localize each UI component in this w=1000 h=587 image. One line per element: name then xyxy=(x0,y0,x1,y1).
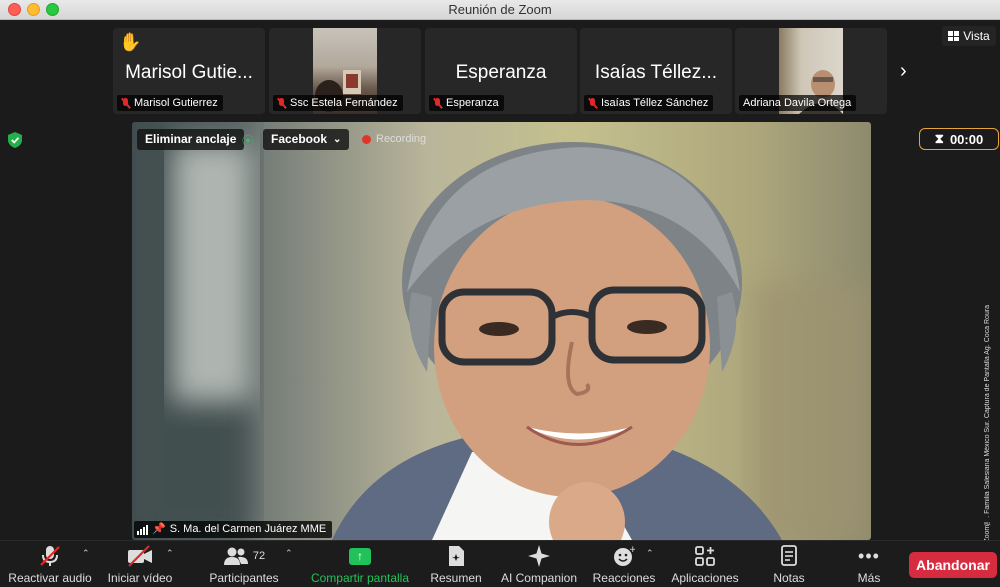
participants-button[interactable]: 72 Participantes xyxy=(204,540,284,587)
view-button-label: Vista xyxy=(963,29,990,43)
recording-label: Recording xyxy=(376,133,427,145)
ai-companion-button[interactable]: AI Companion xyxy=(498,540,580,587)
more-label: Más xyxy=(857,571,881,585)
connection-signal-icon xyxy=(137,524,148,535)
hourglass-icon: ⧗ xyxy=(934,131,944,146)
participant-tile-marisol[interactable]: ✋ Marisol Gutie... Marisol Gutierrez xyxy=(113,28,265,114)
start-video-label: Iniciar vídeo xyxy=(107,571,173,585)
speaker-name-tag: 📌 S. Ma. del Carmen Juárez MME xyxy=(134,521,333,538)
next-page-arrow-icon[interactable]: › xyxy=(900,60,907,83)
active-speaker-video[interactable]: Eliminar anclaje ⦿ Facebook ⌄ Recording … xyxy=(132,122,871,540)
apps-icon xyxy=(695,544,715,568)
notes-icon xyxy=(780,544,798,568)
video-options-chevron-icon[interactable]: ⌃ xyxy=(166,548,174,559)
stream-target-dropdown[interactable]: Facebook ⌄ xyxy=(263,129,350,150)
share-screen-button[interactable]: ↑ Compartir pantalla xyxy=(306,540,414,587)
participant-label: Marisol Gutierrez xyxy=(117,95,223,111)
participant-name: Ssc Estela Fernández xyxy=(290,97,398,109)
participant-count: 72 xyxy=(252,550,266,562)
svg-text:+: + xyxy=(629,545,635,555)
unmute-label: Reactivar audio xyxy=(8,571,92,585)
notes-label: Notas xyxy=(773,571,805,585)
security-shield-icon[interactable] xyxy=(8,132,22,148)
participant-tile-isaias[interactable]: Isaías Téllez... Isaías Téllez Sánchez xyxy=(580,28,732,114)
window-titlebar: Reunión de Zoom xyxy=(0,0,1000,20)
summary-button[interactable]: Resumen xyxy=(426,540,486,587)
raised-hand-icon: ✋ xyxy=(119,32,142,52)
more-button[interactable]: ••• Más xyxy=(848,540,890,587)
participant-label: Esperanza xyxy=(429,95,504,111)
reactions-label: Reacciones xyxy=(592,571,656,585)
camera-off-icon xyxy=(127,544,153,568)
emoji-icon: + xyxy=(613,544,635,568)
reactions-options-chevron-icon[interactable]: ⌃ xyxy=(646,548,654,559)
summary-label: Resumen xyxy=(430,571,482,585)
participants-icon: 72 xyxy=(223,544,265,568)
speaker-name: S. Ma. del Carmen Juárez MME xyxy=(169,523,327,535)
unmute-button[interactable]: Reactivar audio xyxy=(8,540,92,587)
apps-button[interactable]: Aplicaciones xyxy=(668,540,742,587)
share-screen-icon: ↑ xyxy=(349,544,371,568)
pin-icon: 📌 xyxy=(152,523,166,535)
participant-name: Adriana Davila Ortega xyxy=(743,97,852,109)
leave-meeting-button[interactable]: Abandonar xyxy=(909,552,997,578)
grid-view-icon xyxy=(948,31,960,41)
watermark-credit: Cortesía © Zoom™. Familia Salesiana Méxi… xyxy=(984,304,991,580)
participant-name: Esperanza xyxy=(446,97,499,109)
participants-options-chevron-icon[interactable]: ⌃ xyxy=(285,548,293,559)
timer-value: 00:00 xyxy=(949,131,984,147)
more-dots-icon: ••• xyxy=(858,545,880,566)
participant-big-name: Esperanza xyxy=(455,62,547,83)
audio-options-chevron-icon[interactable]: ⌃ xyxy=(82,548,90,559)
unpin-button[interactable]: Eliminar anclaje xyxy=(137,129,245,150)
participant-label: Isaías Téllez Sánchez xyxy=(584,95,714,111)
recording-indicator[interactable]: Recording xyxy=(362,133,426,145)
participants-label: Participantes xyxy=(209,571,279,585)
chevron-down-icon: ⌄ xyxy=(333,134,342,145)
meeting-timer[interactable]: ⧗ 00:00 xyxy=(919,128,999,150)
apps-label: Aplicaciones xyxy=(671,571,739,585)
participant-name: Marisol Gutierrez xyxy=(134,97,218,109)
mic-muted-icon xyxy=(121,97,130,109)
mic-muted-icon xyxy=(277,97,286,109)
mic-muted-icon xyxy=(588,97,597,109)
participant-label: Adriana Davila Ortega xyxy=(739,95,857,111)
participant-name: Isaías Téllez Sánchez xyxy=(601,97,709,109)
participant-big-name: Isaías Téllez... xyxy=(594,62,718,83)
ai-companion-label: AI Companion xyxy=(500,571,578,585)
view-button[interactable]: Vista xyxy=(942,26,996,46)
participant-label: Ssc Estela Fernández xyxy=(273,95,403,111)
participant-big-name: Marisol Gutie... xyxy=(125,62,253,83)
participant-tile-estela[interactable]: Ssc Estela Fernández xyxy=(269,28,421,114)
share-screen-label: Compartir pantalla xyxy=(310,571,410,585)
mic-muted-icon xyxy=(433,97,442,109)
window-title: Reunión de Zoom xyxy=(448,2,552,17)
recording-dot-icon xyxy=(362,134,371,144)
notes-button[interactable]: Notas xyxy=(766,540,812,587)
stream-target-label: Facebook xyxy=(271,132,328,146)
summary-icon xyxy=(447,544,465,568)
sparkle-icon xyxy=(527,544,551,568)
live-stream-icon: ⦿ xyxy=(242,134,255,148)
speaker-video-frame xyxy=(132,122,871,540)
participant-tile-esperanza[interactable]: Esperanza Esperanza xyxy=(425,28,577,114)
participant-tile-adriana[interactable]: Adriana Davila Ortega xyxy=(735,28,887,114)
mic-muted-icon xyxy=(38,544,62,568)
